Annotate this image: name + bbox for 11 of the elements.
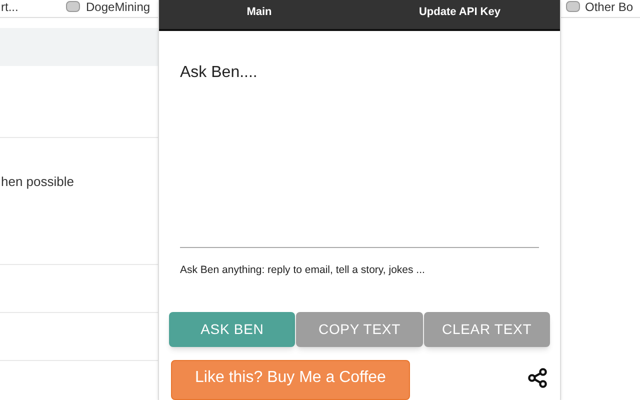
bookmark-item[interactable]: rt... [1,0,18,15]
bookmark-item[interactable]: Other Bo [585,0,634,15]
helper-text: Ask Ben anything: reply to email, tell a story, jokes ... [180,263,426,278]
tab[interactable]: Update API Key [360,4,560,20]
bookmark-item[interactable]: DogeMining [86,0,150,15]
tab[interactable]: Main [159,4,360,20]
folder-icon [66,1,80,12]
prompt-field[interactable]: Ask Ben.... [180,61,539,248]
page-text: hen possible [1,173,74,191]
folder-icon [566,1,580,12]
share-icon[interactable] [528,368,548,388]
